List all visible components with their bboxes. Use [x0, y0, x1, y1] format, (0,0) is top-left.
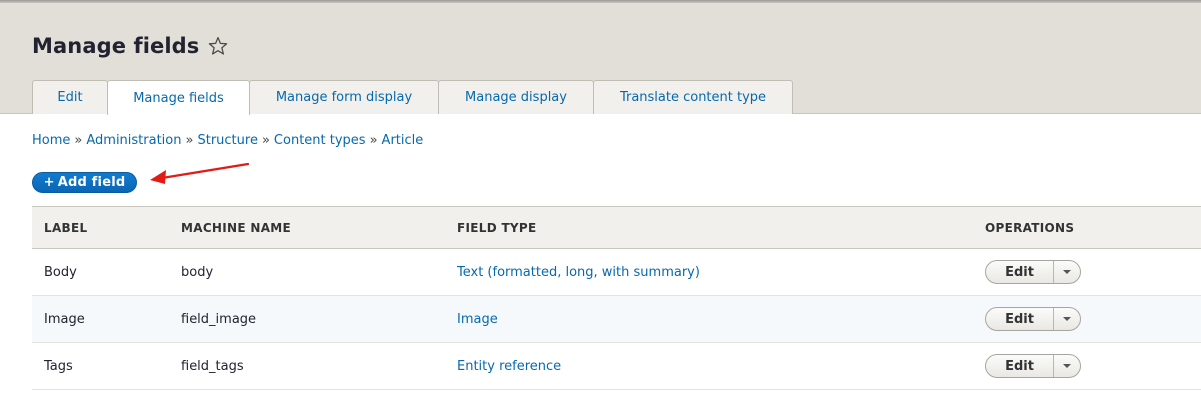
fields-table: Label Machine name Field type Operations… [32, 206, 1201, 390]
header-label: Label [32, 206, 169, 249]
tab-translate-content-type[interactable]: Translate content type [593, 80, 793, 114]
breadcrumb-administration[interactable]: Administration [86, 133, 181, 148]
breadcrumb: Home » Administration » Structure » Cont… [32, 133, 423, 148]
cell-field-type: Image [445, 295, 973, 343]
field-type-link[interactable]: Image [457, 312, 498, 327]
breadcrumb-separator: » [74, 133, 83, 148]
edit-button[interactable]: Edit [986, 261, 1054, 283]
breadcrumb-separator: » [369, 133, 378, 148]
table-body: Body body Text (formatted, long, with su… [32, 248, 1201, 390]
breadcrumb-content-types[interactable]: Content types [274, 133, 366, 148]
primary-tabs: Edit Manage fields Manage form display M… [32, 80, 793, 115]
caret-down-icon [1063, 317, 1071, 321]
table-header-row: Label Machine name Field type Operations [32, 206, 1201, 249]
breadcrumb-article[interactable]: Article [382, 133, 424, 148]
caret-down-icon [1063, 270, 1071, 274]
operations-dropbutton: Edit [985, 307, 1081, 331]
dropdown-toggle-button[interactable] [1054, 308, 1080, 330]
field-type-link[interactable]: Entity reference [457, 359, 561, 374]
edit-button[interactable]: Edit [986, 355, 1054, 377]
cell-operations: Edit [973, 248, 1201, 296]
table-header: Label Machine name Field type Operations [32, 206, 1201, 249]
table-row: Image field_image Image Edit [32, 295, 1201, 343]
table-row: Tags field_tags Entity reference Edit [32, 342, 1201, 390]
table-row: Body body Text (formatted, long, with su… [32, 248, 1201, 296]
edit-button[interactable]: Edit [986, 308, 1054, 330]
tab-manage-display[interactable]: Manage display [438, 80, 594, 114]
cell-machine-name: field_tags [169, 342, 445, 390]
add-field-button[interactable]: + Add field [32, 172, 137, 193]
cell-field-type: Text (formatted, long, with summary) [445, 248, 973, 296]
cell-field-type: Entity reference [445, 342, 973, 390]
breadcrumb-structure[interactable]: Structure [197, 133, 257, 148]
page-title: Manage fields [32, 34, 200, 58]
red-arrow-icon [150, 162, 250, 184]
breadcrumb-separator: » [185, 133, 194, 148]
cell-label: Body [32, 248, 169, 296]
tab-manage-fields[interactable]: Manage fields [107, 80, 250, 115]
cell-operations: Edit [973, 342, 1201, 390]
caret-down-icon [1063, 364, 1071, 368]
cell-machine-name: body [169, 248, 445, 296]
star-outline-icon[interactable] [207, 35, 229, 57]
header-machine-name: Machine name [169, 206, 445, 249]
breadcrumb-home[interactable]: Home [32, 133, 70, 148]
dropdown-toggle-button[interactable] [1054, 261, 1080, 283]
add-field-label: Add field [57, 175, 126, 190]
cell-label: Image [32, 295, 169, 343]
breadcrumb-separator: » [261, 133, 270, 148]
operations-dropbutton: Edit [985, 354, 1081, 378]
plus-icon: + [43, 175, 55, 190]
page-header: Manage fields Edit Manage fields Manage … [0, 3, 1201, 115]
header-operations: Operations [973, 206, 1201, 249]
tab-edit[interactable]: Edit [32, 80, 108, 114]
header-field-type: Field type [445, 206, 973, 249]
title-row: Manage fields [32, 29, 229, 63]
dropdown-toggle-button[interactable] [1054, 355, 1080, 377]
cell-label: Tags [32, 342, 169, 390]
tab-manage-form-display[interactable]: Manage form display [249, 80, 439, 114]
operations-dropbutton: Edit [985, 260, 1081, 284]
cell-machine-name: field_image [169, 295, 445, 343]
cell-operations: Edit [973, 295, 1201, 343]
field-type-link[interactable]: Text (formatted, long, with summary) [457, 265, 700, 280]
